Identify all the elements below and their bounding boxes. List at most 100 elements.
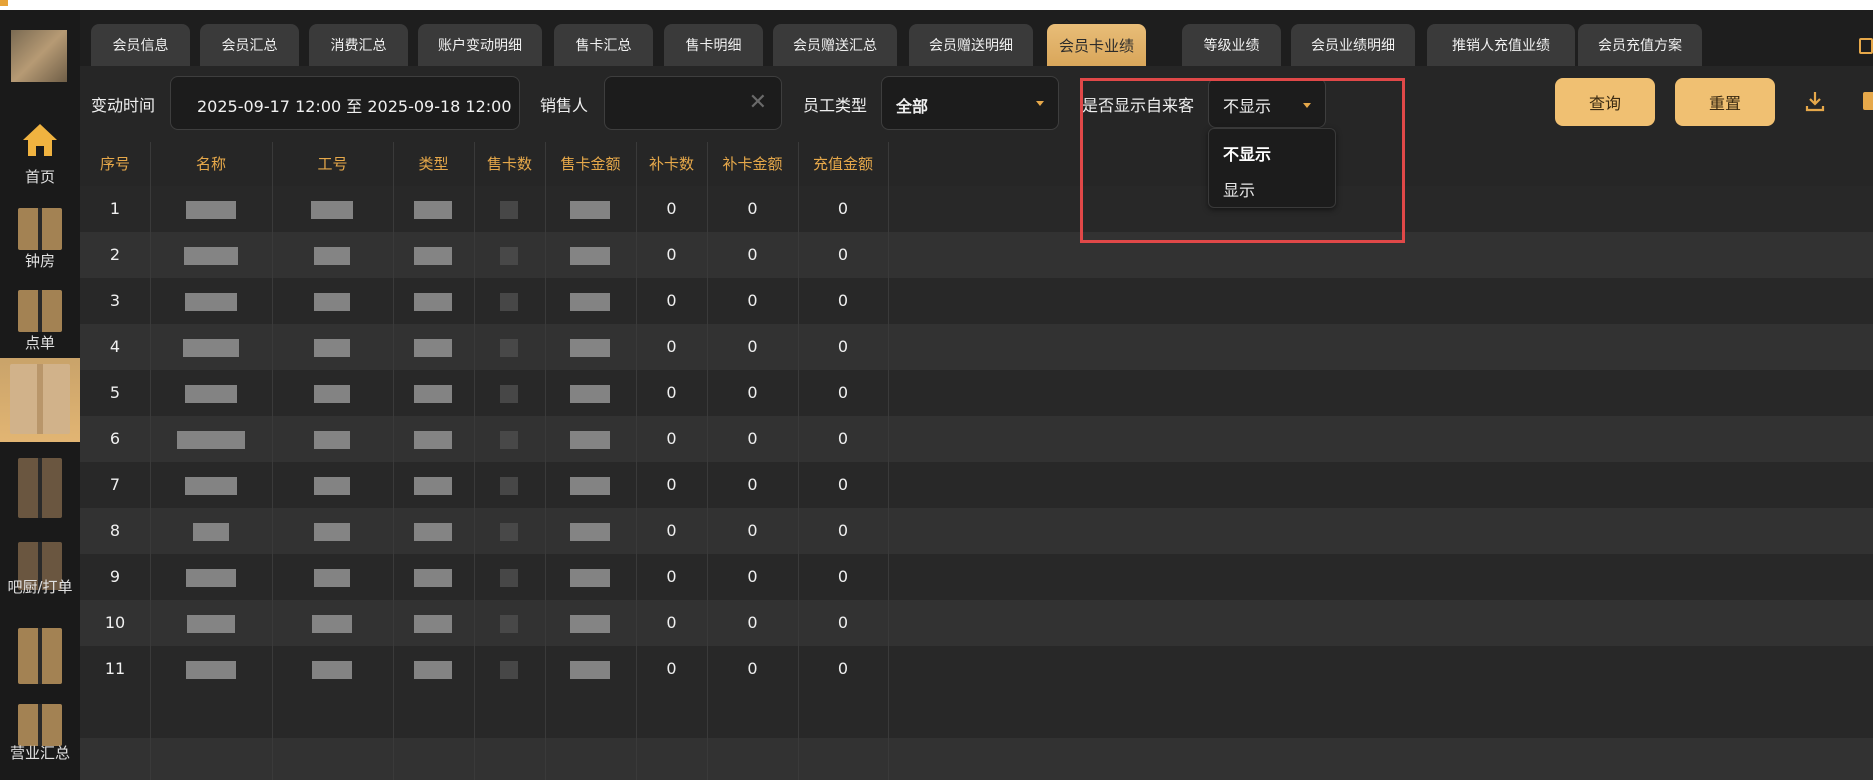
tab-gift-summary[interactable]: 会员赠送汇总: [773, 24, 897, 66]
sidebar-item-label: 吧厨/打单: [7, 578, 73, 596]
cell-recharge: 0: [837, 521, 849, 540]
table-row[interactable]: 6 0 0 0: [80, 416, 1873, 462]
sidebar-item-kitchen[interactable]: 吧厨/打单: [0, 528, 80, 612]
calendar-icon[interactable]: [1859, 38, 1873, 54]
cell-card-amount-redacted: [570, 385, 610, 403]
sidebar-item-blurred[interactable]: [0, 444, 80, 528]
cell-name-redacted: [177, 431, 245, 449]
sidebar-item-order[interactable]: 点单: [0, 276, 80, 360]
filter-bar: 变动时间 2025-09-17 12:00 至 2025-09-18 12:00…: [80, 66, 1873, 142]
clear-icon[interactable]: ✕: [749, 92, 767, 114]
col-header-cards-sold: 售卡数: [486, 155, 532, 173]
cell-id-redacted: [314, 385, 350, 403]
cell-no: 4: [109, 337, 121, 356]
print-icon[interactable]: [1863, 92, 1873, 110]
app: 首页 钟房 点单 吧厨/打单 营业汇总 会员信息 会员汇总 消费汇总 账户变动明…: [0, 0, 1873, 780]
query-button[interactable]: 查询: [1555, 78, 1655, 126]
tab-promoter-recharge[interactable]: 推销人充值业绩: [1427, 24, 1575, 66]
staff-type-select[interactable]: 全部: [881, 76, 1059, 130]
table-row[interactable]: 4 0 0 0: [80, 324, 1873, 370]
table-row[interactable]: 1 0 0 0: [80, 186, 1873, 232]
cell-cards-sold-redacted: [500, 385, 518, 403]
dropdown-option-hide[interactable]: 不显示: [1223, 141, 1271, 165]
cell-recharge: 0: [837, 199, 849, 218]
download-icon[interactable]: [1804, 90, 1826, 112]
member-icon: [10, 364, 70, 434]
tab-member-summary[interactable]: 会员汇总: [200, 24, 299, 66]
home-icon: [23, 124, 57, 156]
avatar[interactable]: [11, 30, 67, 82]
top-strip: [0, 0, 1873, 10]
cell-recharge: 0: [837, 291, 849, 310]
sidebar-item-blurred-2[interactable]: [0, 614, 80, 698]
cell-no: 5: [109, 383, 121, 402]
cell-type-redacted: [414, 201, 452, 219]
empty-row: [80, 692, 1873, 738]
tab-performance-detail[interactable]: 会员业绩明细: [1291, 24, 1415, 66]
blurred-icon: [18, 628, 62, 684]
reset-button[interactable]: 重置: [1675, 78, 1775, 126]
cell-repair-count: 0: [666, 429, 677, 448]
cell-no: 10: [104, 613, 126, 632]
cell-card-amount-redacted: [570, 247, 610, 265]
table-row[interactable]: 3 0 0 0: [80, 278, 1873, 324]
table-row[interactable]: 10 0 0 0: [80, 600, 1873, 646]
tab-recharge-plan[interactable]: 会员充值方案: [1578, 24, 1702, 66]
column-divider: [474, 142, 475, 780]
tab-consumption-summary[interactable]: 消费汇总: [309, 24, 408, 66]
cell-type-redacted: [414, 431, 452, 449]
tab-level-performance[interactable]: 等级业绩: [1182, 24, 1281, 66]
sidebar-item-label: 首页: [24, 168, 55, 186]
col-header-card-amount: 售卡金额: [560, 155, 621, 173]
tab-card-sales-detail[interactable]: 售卡明细: [664, 24, 763, 66]
tab-member-card-performance[interactable]: 会员卡业绩: [1047, 24, 1146, 66]
cell-card-amount-redacted: [570, 431, 610, 449]
cell-recharge: 0: [837, 383, 849, 402]
staff-type-label: 员工类型: [803, 96, 868, 115]
cell-id-redacted: [311, 201, 353, 219]
cell-id-redacted: [312, 661, 352, 679]
cell-id-redacted: [312, 615, 352, 633]
tab-member-info[interactable]: 会员信息: [91, 24, 190, 66]
table-row[interactable]: 7 0 0 0: [80, 462, 1873, 508]
table-row[interactable]: 2000: [80, 232, 1873, 278]
cell-cards-sold-redacted: [500, 615, 518, 633]
table-row[interactable]: 5 0 0 0: [80, 370, 1873, 416]
cell-cards-sold-redacted: [500, 293, 518, 311]
cell-repair-count: 0: [666, 199, 677, 218]
cell-type-redacted: [414, 569, 452, 587]
cell-name-redacted: [186, 569, 236, 587]
staff-type-value: 全部: [896, 97, 929, 116]
cell-type-redacted: [414, 661, 452, 679]
cell-id-redacted: [314, 293, 350, 311]
tab-gift-detail[interactable]: 会员赠送明细: [909, 24, 1033, 66]
sidebar-item-room[interactable]: 钟房: [0, 194, 80, 278]
dropdown-option-show[interactable]: 显示: [1223, 177, 1255, 201]
table-row[interactable]: 11 0 0 0: [80, 646, 1873, 692]
cell-no: 7: [109, 475, 121, 494]
tab-account-change[interactable]: 账户变动明细: [418, 24, 542, 66]
column-divider: [545, 142, 546, 780]
date-range-input[interactable]: 2025-09-17 12:00 至 2025-09-18 12:00: [170, 76, 520, 130]
sidebar-item-home[interactable]: 首页: [0, 110, 80, 194]
cell-cards-sold-redacted: [500, 431, 518, 449]
column-divider: [150, 142, 151, 780]
table-row[interactable]: 9 0 0 0: [80, 554, 1873, 600]
column-divider: [272, 142, 273, 780]
cell-card-amount-redacted: [570, 569, 610, 587]
col-header-type: 类型: [418, 155, 449, 173]
tab-card-sales-summary[interactable]: 售卡汇总: [554, 24, 653, 66]
walkin-value: 不显示: [1223, 97, 1272, 116]
app-logo: [0, 0, 8, 6]
sidebar-item-summary[interactable]: 营业汇总: [0, 700, 80, 780]
cell-recharge: 0: [837, 567, 849, 586]
cell-repair-count: 0: [666, 475, 677, 494]
table-row[interactable]: 8 0 0 0: [80, 508, 1873, 554]
column-divider: [707, 142, 708, 780]
sidebar-item-member[interactable]: [0, 358, 80, 442]
cell-no: 3: [109, 291, 121, 310]
cell-repair-amount: 0: [747, 521, 758, 540]
cell-repair-amount: 0: [747, 291, 758, 310]
seller-input[interactable]: ✕: [604, 76, 782, 130]
walkin-select[interactable]: 不显示: [1208, 78, 1326, 128]
